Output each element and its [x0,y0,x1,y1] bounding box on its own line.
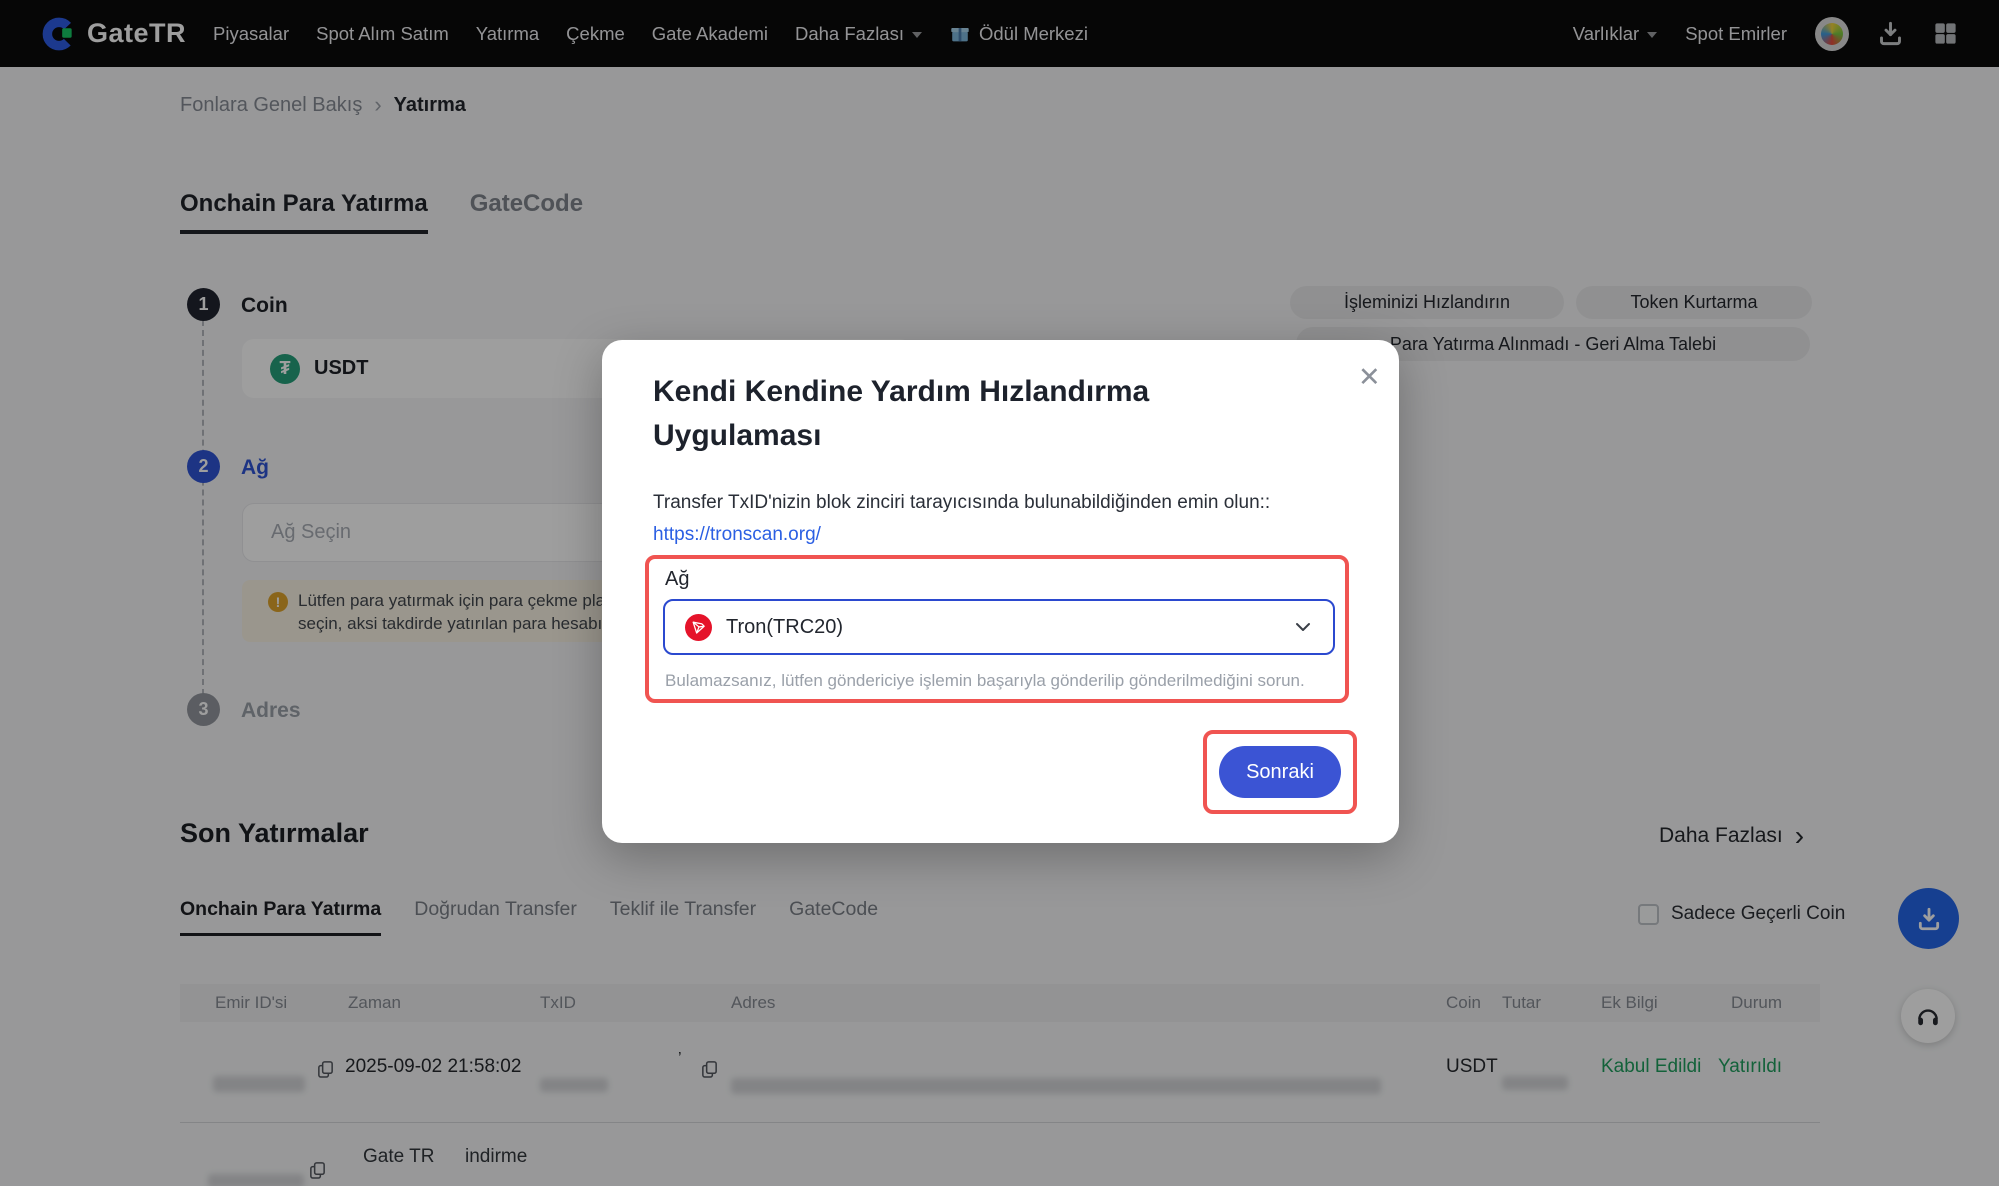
network-dropdown[interactable]: Tron(TRC20) [663,599,1335,655]
close-icon[interactable]: ✕ [1358,362,1381,393]
next-button-highlight-box: Sonraki [1203,730,1357,814]
self-help-speedup-modal: ✕ Kendi Kendine Yardım Hızlandırma Uygul… [602,340,1399,843]
chevron-down-icon [1293,617,1313,637]
tron-icon [685,614,712,641]
network-helper-text: Bulamazsanız, lütfen göndericiye işlemin… [665,671,1305,691]
network-field-label: Ağ [665,568,689,591]
selected-network: Tron(TRC20) [726,616,843,639]
next-button[interactable]: Sonraki [1219,746,1341,798]
modal-title: Kendi Kendine Yardım Hızlandırma Uygulam… [653,370,1233,457]
modal-description: Transfer TxID'nizin blok zinciri tarayıc… [653,492,1270,514]
tronscan-link[interactable]: https://tronscan.org/ [653,524,821,546]
network-highlight-box: Ağ Tron(TRC20) Bulamazsanız, lütfen gönd… [645,555,1349,703]
deposit-page: GateTR Piyasalar Spot Alım Satım Yatırma… [0,0,1999,1186]
